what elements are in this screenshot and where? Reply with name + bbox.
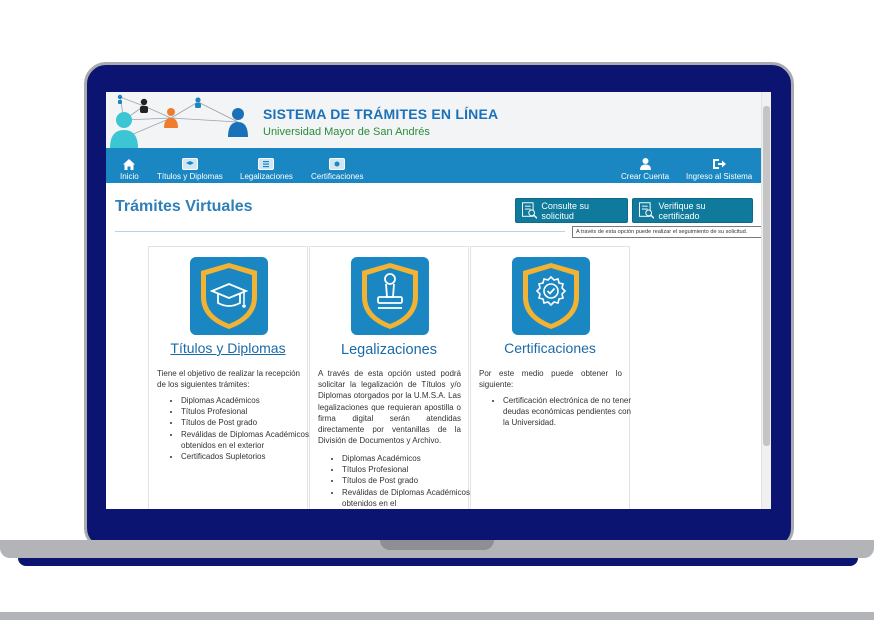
home-icon [123,159,136,170]
user-icon [639,158,651,170]
nav-label-ingreso: Ingreso al Sistema [686,172,753,181]
card-list-titulos: Diplomas Académicos Títulos Profesional … [171,395,309,462]
title-divider [115,231,565,232]
site-subtitle: Universidad Mayor de San Andrés [263,126,430,138]
document-search-icon [522,202,538,219]
nav-label-crear-cuenta: Crear Cuenta [621,172,670,181]
site-title: SISTEMA DE TRÁMITES EN LÍNEA [263,106,499,122]
list-item: Certificación electrónica de no tener de… [503,395,631,429]
card-title-certificaciones[interactable]: Certificaciones [471,340,629,356]
nav-label-legalizaciones: Legalizaciones [240,172,293,181]
card-list-certificaciones: Certificación electrónica de no tener de… [493,395,631,429]
nav-item-legalizaciones[interactable]: Legalizaciones [240,148,293,183]
page-title: Trámites Virtuales [115,198,253,215]
verify-certificate-button[interactable]: Verifique su certificado [632,198,753,223]
list-item: Certificados Supletorios [181,451,309,462]
consult-request-button[interactable]: Consulte su solicitud [515,198,628,223]
card-icon-box [512,257,590,335]
card-list-legalizaciones: Diplomas Académicos Títulos Profesional … [332,453,470,509]
card-icon-box [190,257,268,335]
list-item: Diplomas Académicos [342,453,470,464]
site-header: SISTEMA DE TRÁMITES EN LÍNEA Universidad… [106,92,761,148]
list-item: Títulos Profesional [342,464,470,475]
sign-in-icon [712,159,726,169]
main-nav: Inicio Títulos y Diplomas Legalizaciones [106,148,761,183]
document-icon [258,158,275,170]
network-people-logo [110,94,248,148]
card-desc-legalizaciones: A través de esta opción usted podrá soli… [318,369,461,446]
nav-item-inicio[interactable]: Inicio [120,148,139,183]
card-icon-box [351,257,429,335]
nav-item-certificaciones[interactable]: Certificaciones [311,148,363,183]
graduation-cap-icon [201,263,257,329]
document-search-icon [639,202,655,219]
nav-label-titulos: Títulos y Diplomas [157,172,223,181]
list-item: Títulos de Post grado [181,417,309,428]
list-item: Títulos Profesional [181,406,309,417]
card-desc-titulos: Tiene el objetivo de realizar la recepci… [157,369,300,390]
card-titulos: Títulos y Diplomas Tiene el objetivo de … [148,246,309,509]
scrollbar-thumb[interactable] [763,106,770,446]
tooltip: A través de esta opción puede realizar e… [572,226,769,238]
certificate-icon [329,158,346,170]
consult-request-label: Consulte su solicitud [541,200,589,221]
browser-screen: SISTEMA DE TRÁMITES EN LÍNEA Universidad… [106,92,771,509]
nav-item-titulos[interactable]: Títulos y Diplomas [157,148,223,183]
list-item: Reválidas de Diplomas Académicos obtenid… [181,429,309,451]
desk-line [0,612,874,620]
stamp-icon [362,263,418,329]
card-title-legalizaciones[interactable]: Legalizaciones [310,342,468,358]
laptop-notch [380,540,494,550]
list-item: Reválidas de Diplomas Académicos obtenid… [342,487,470,509]
nav-label-certificaciones: Certificaciones [311,172,364,181]
card-legalizaciones: Legalizaciones A través de esta opción u… [309,246,470,509]
diploma-icon [181,158,198,170]
nav-item-crear-cuenta[interactable]: Crear Cuenta [621,148,669,183]
verify-certificate-label: Verifique su certificado [658,200,706,221]
laptop-underside [18,558,858,566]
card-title-titulos[interactable]: Títulos y Diplomas [149,340,307,356]
card-desc-certificaciones: Por este medio puede obtener lo siguient… [479,369,622,390]
list-item: Diplomas Académicos [181,395,309,406]
card-certificaciones: Certificaciones Por este medio puede obt… [470,246,631,509]
nav-item-ingreso[interactable]: Ingreso al Sistema [686,148,752,183]
scrollbar[interactable] [761,92,771,509]
nav-label-inicio: Inicio [120,172,139,181]
seal-check-icon [523,263,579,329]
list-item: Títulos de Post grado [342,475,470,486]
